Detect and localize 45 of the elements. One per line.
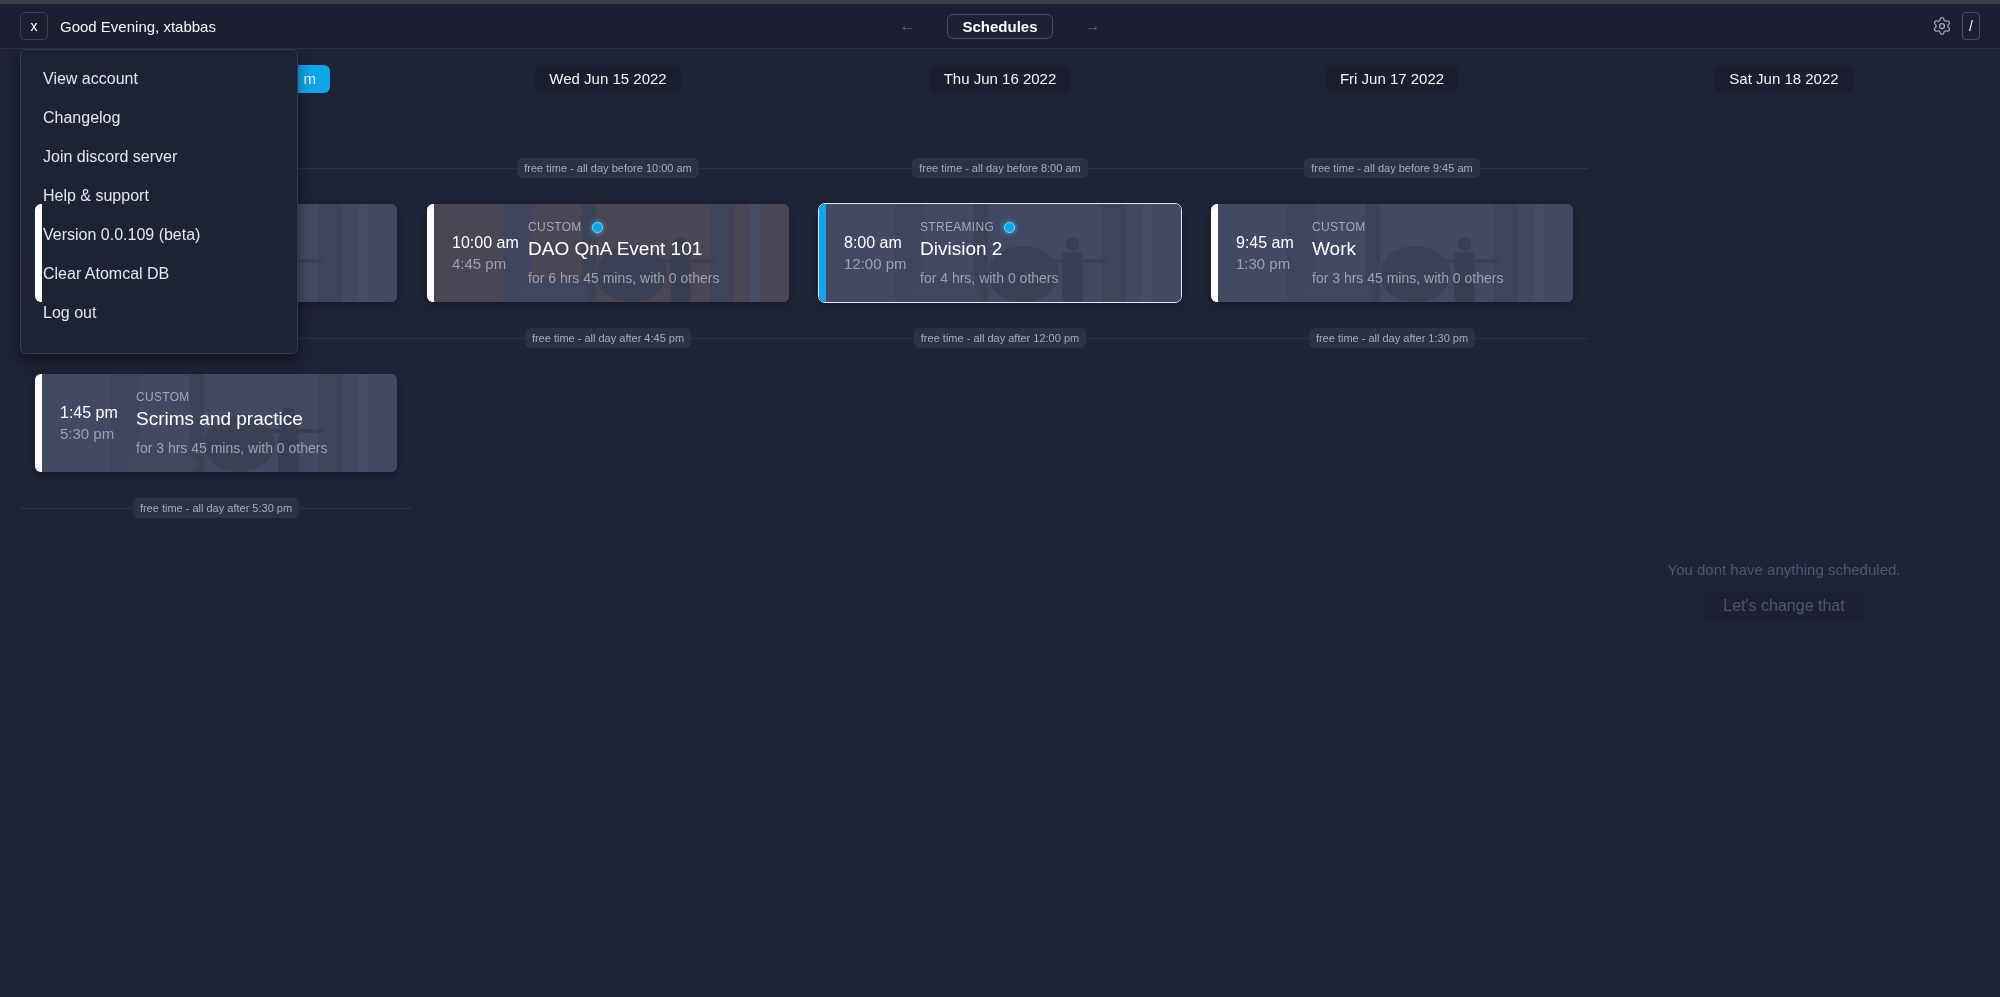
event-card[interactable]: 9:45 am 1:30 pm CUSTOM Work for 3 hrs 45 mins, with 0 others xyxy=(1211,204,1573,302)
menu-item[interactable]: Log out xyxy=(21,294,297,333)
free-time-badge: free time - all day before 8:00 am xyxy=(912,158,1088,178)
empty-message: You dont have anything scheduled. xyxy=(1667,561,1901,578)
free-time-badge: free time - all day after 1:30 pm xyxy=(1308,328,1476,348)
event-title: Division 2 xyxy=(920,238,1004,260)
event-end-time: 12:00 pm xyxy=(844,255,908,272)
menu-item[interactable]: Changelog xyxy=(21,99,297,138)
schedules-button[interactable]: Schedules xyxy=(947,13,1053,39)
event-start-time: 9:45 am xyxy=(1236,234,1295,252)
free-time-badge: free time - all day after 4:45 pm xyxy=(524,328,692,348)
free-time-badge: free time - all day before 10:00 am xyxy=(517,158,699,178)
event-title: Work xyxy=(1312,238,1357,260)
settings-icon[interactable] xyxy=(1932,16,1952,36)
event-duration: for 6 hrs 45 mins, with 0 others xyxy=(528,270,720,286)
event-start-time: 1:45 pm xyxy=(60,404,119,422)
menu-item[interactable]: Join discord server xyxy=(21,138,297,177)
event-duration: for 3 hrs 45 mins, with 0 others xyxy=(136,440,328,456)
event-category: STREAMING xyxy=(920,220,995,234)
day-header: Thu Jun 16 2022 xyxy=(929,65,1071,93)
event-title: Scrims and practice xyxy=(136,408,304,430)
free-time-badge: free time - all day after 5:30 pm xyxy=(132,498,300,518)
menu-item[interactable]: Clear Atomcal DB xyxy=(21,255,297,294)
greeting: Good Evening, xtabbas xyxy=(60,17,216,35)
event-duration: for 3 hrs 45 mins, with 0 others xyxy=(1312,270,1504,286)
menu-item[interactable]: Help & support xyxy=(21,177,297,216)
free-time-badge: free time - all day after 12:00 pm xyxy=(913,328,1087,348)
free-time-badge: free time - all day before 9:45 am xyxy=(1304,158,1480,178)
event-end-time: 1:30 pm xyxy=(1236,255,1292,272)
event-title: DAO QnA Event 101 xyxy=(528,238,704,260)
menu-item[interactable]: Version 0.0.109 (beta) xyxy=(21,216,297,255)
event-category: CUSTOM xyxy=(528,220,582,234)
day-header: Sat Jun 18 2022 xyxy=(1715,65,1853,93)
event-category: CUSTOM xyxy=(136,390,190,404)
event-duration: for 4 hrs, with 0 others xyxy=(920,270,1059,286)
day-header: Wed Jun 15 2022 xyxy=(535,65,681,93)
day-header: Fri Jun 17 2022 xyxy=(1325,65,1459,93)
event-card[interactable]: 1:45 pm 5:30 pm CUSTOM Scrims and practice for 3 hrs 45 mins, with 0 others xyxy=(35,374,397,472)
shortcut-key[interactable]: / xyxy=(1962,12,1980,40)
event-start-time: 8:00 am xyxy=(844,234,903,252)
event-end-time: 5:30 pm xyxy=(60,425,116,442)
event-end-time: 4:45 pm xyxy=(452,255,508,272)
close-button[interactable]: x xyxy=(20,12,48,40)
event-start-time: 10:00 am xyxy=(452,234,520,252)
event-category: CUSTOM xyxy=(1312,220,1366,234)
